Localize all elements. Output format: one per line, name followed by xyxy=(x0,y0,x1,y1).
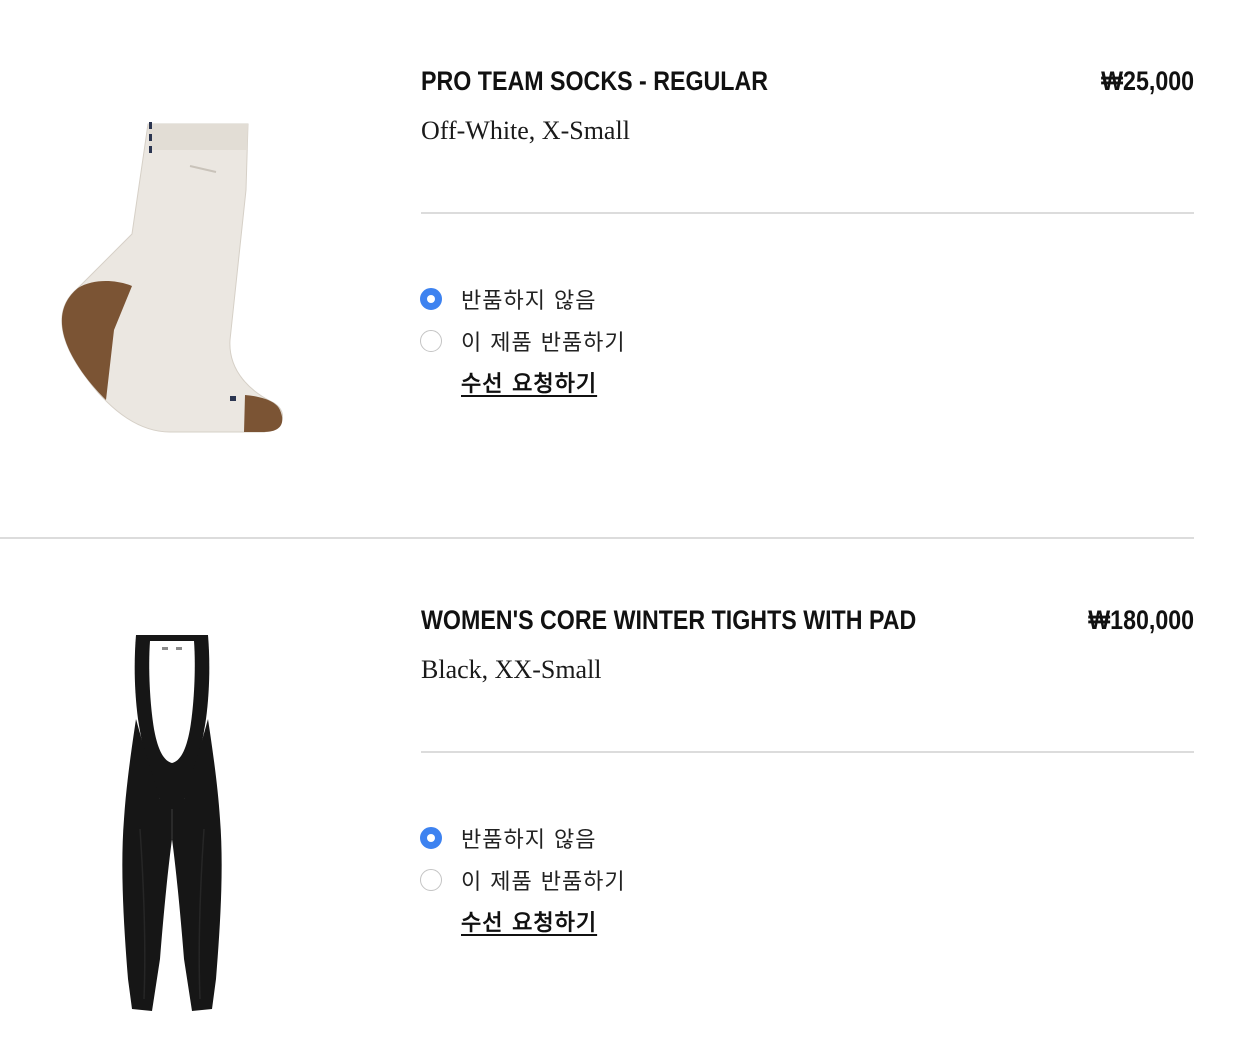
no-return-radio[interactable] xyxy=(420,827,442,849)
product-price: ₩25,000 xyxy=(1101,66,1194,96)
product-title: WOMEN'S CORE WINTER TIGHTS WITH PAD xyxy=(421,605,917,635)
no-return-option[interactable]: 반품하지 않음 xyxy=(420,283,596,315)
product-variant: Black, XX-Small xyxy=(421,655,602,684)
bib-tights-icon xyxy=(122,635,222,1011)
no-return-label: 반품하지 않음 xyxy=(461,289,597,314)
return-radio[interactable] xyxy=(420,330,442,352)
return-label: 이 제품 반품하기 xyxy=(461,870,626,895)
product-price: ₩180,000 xyxy=(1088,605,1194,635)
item-divider xyxy=(421,751,1194,753)
return-option[interactable]: 이 제품 반품하기 xyxy=(420,864,626,896)
request-repair-link[interactable]: 수선 요청하기 xyxy=(461,905,597,937)
socks-icon xyxy=(61,122,283,433)
no-return-option[interactable]: 반품하지 않음 xyxy=(420,822,596,854)
product-variant: Off-White, X-Small xyxy=(421,116,630,145)
item-divider xyxy=(421,212,1194,214)
return-option[interactable]: 이 제품 반품하기 xyxy=(420,325,626,357)
no-return-radio[interactable] xyxy=(420,288,442,310)
no-return-label: 반품하지 않음 xyxy=(461,828,597,853)
product-image-tights xyxy=(40,629,310,1019)
order-item-2: WOMEN'S CORE WINTER TIGHTS WITH PAD ₩180… xyxy=(0,539,1242,1046)
product-image-socks xyxy=(40,110,310,450)
order-item-1: PRO TEAM SOCKS - REGULAR ₩25,000 Off-Whi… xyxy=(0,0,1242,538)
return-radio[interactable] xyxy=(420,869,442,891)
return-label: 이 제품 반품하기 xyxy=(461,331,626,356)
product-title: PRO TEAM SOCKS - REGULAR xyxy=(421,66,769,96)
request-repair-link[interactable]: 수선 요청하기 xyxy=(461,366,597,398)
